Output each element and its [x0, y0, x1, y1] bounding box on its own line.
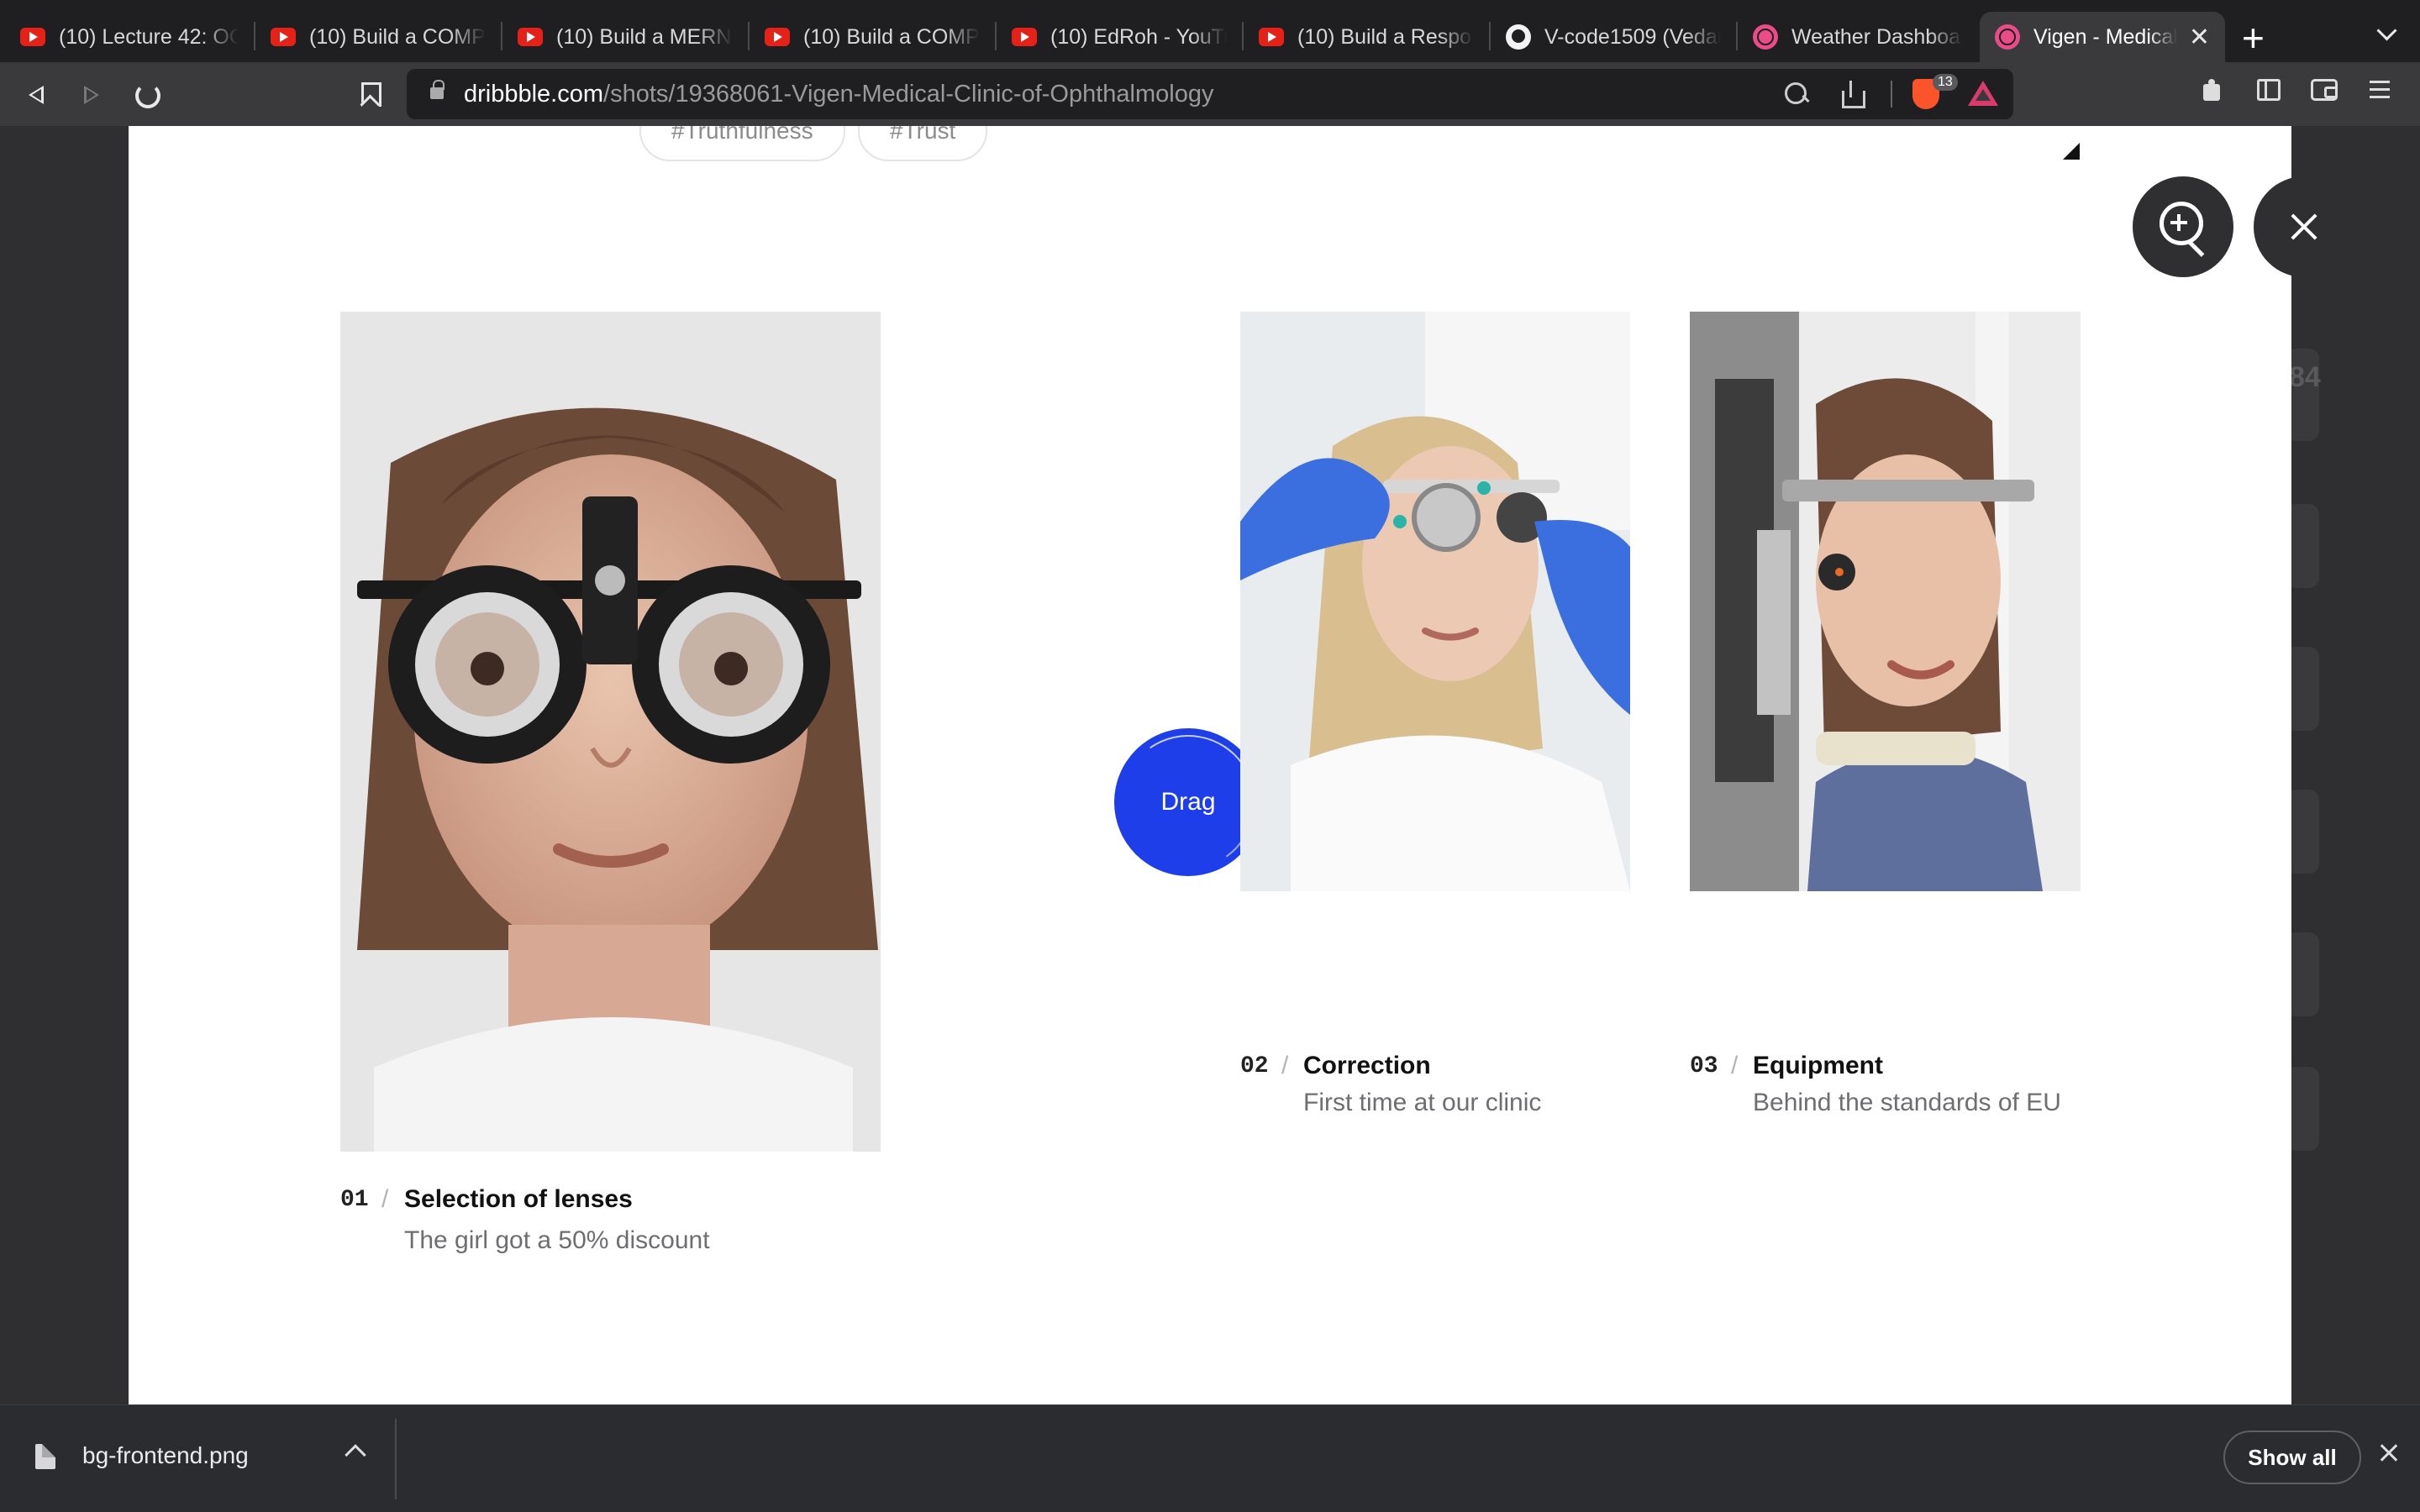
card-number: 01	[340, 1187, 369, 1213]
tab-title: (10) Build a Responsive	[1297, 24, 1474, 49]
dribbble-icon	[1995, 24, 2020, 50]
caption-slash: /	[1731, 1052, 1739, 1079]
tab-build-responsive[interactable]: (10) Build a Responsive	[1244, 12, 1489, 62]
address-bar[interactable]: dribbble.com/shots/19368061-Vigen-Medica…	[407, 69, 2013, 119]
dribbble-icon	[1753, 24, 1778, 50]
tab-title: V-code1509 (Vedant)	[1544, 24, 1721, 49]
share-icon[interactable]	[1839, 81, 1865, 108]
youtube-icon	[271, 28, 296, 46]
download-file-name[interactable]: bg-frontend.png	[82, 1442, 249, 1469]
new-tab-button[interactable]: +	[2242, 15, 2265, 60]
sidebar-toggle-icon[interactable]	[2257, 79, 2281, 101]
close-tab-icon[interactable]: ✕	[2189, 23, 2210, 52]
close-downloads-icon[interactable]	[2378, 1442, 2400, 1464]
photo-illustration	[1690, 312, 2081, 891]
card-subtitle: First time at our clinic	[1303, 1089, 1542, 1116]
youtube-icon	[1259, 28, 1284, 46]
downloads-divider	[395, 1419, 397, 1499]
zoom-plus-icon	[2177, 214, 2181, 231]
tag-trust[interactable]: #Trust	[858, 126, 988, 161]
tab-title: (10) Build a COMPLETE	[309, 24, 486, 49]
zoom-in-button[interactable]	[2133, 176, 2233, 277]
youtube-icon	[518, 28, 543, 46]
extensions-puzzle-icon[interactable]	[2200, 77, 2225, 102]
youtube-icon	[1012, 28, 1037, 46]
tab-weather-dashboard[interactable]: Weather Dashboard	[1738, 12, 1978, 62]
chevron-up-icon[interactable]	[345, 1444, 366, 1466]
card-subtitle: Behind the standards of EU	[1753, 1089, 2061, 1116]
card-title: Equipment	[1753, 1052, 1883, 1079]
background-like-count: 84	[2289, 361, 2321, 393]
bookmark-button[interactable]	[351, 76, 388, 113]
tab-build-complete-2[interactable]: (10) Build a COMPLETE	[750, 12, 995, 62]
girl-trial-frame-photo	[340, 312, 881, 1152]
url-text[interactable]: dribbble.com/shots/19368061-Vigen-Medica…	[464, 81, 1214, 108]
url-path: /shots/19368061-Vigen-Medical-Clinic-of-…	[603, 81, 1214, 108]
forward-button[interactable]	[72, 76, 109, 113]
url-host: dribbble.com	[464, 81, 604, 108]
card-title: Correction	[1303, 1052, 1431, 1079]
tab-vigen-active[interactable]: Vigen - Medical Clinic ✕	[1980, 12, 2225, 62]
tab-build-complete-1[interactable]: (10) Build a COMPLETE	[255, 12, 501, 62]
close-modal-button[interactable]	[2254, 176, 2354, 277]
show-all-button[interactable]: Show all	[2223, 1431, 2361, 1484]
zoom-icon[interactable]	[1783, 81, 1808, 106]
tab-title: (10) Lecture 42: OOPs	[59, 24, 239, 49]
photo-illustration	[1240, 312, 1630, 891]
hamburger-menu-icon[interactable]	[2370, 81, 2390, 99]
downloads-bar: bg-frontend.png Show all	[0, 1404, 2420, 1512]
tab-title: (10) Build a MERN Full	[556, 24, 733, 49]
card-subtitle: The girl got a 50% discount	[404, 1226, 710, 1254]
resize-corner-icon	[2063, 143, 2080, 160]
tab-search-chevron-icon[interactable]	[2371, 17, 2405, 50]
tab-github-vcode[interactable]: V-code1509 (Vedant)	[1491, 12, 1736, 62]
address-bar-divider	[1891, 81, 1892, 108]
optometrist-fitting-photo	[1240, 312, 1630, 891]
shot-modal: #Truthfulness #Trust 01 / Selection of l…	[129, 126, 2291, 1404]
wallet-icon[interactable]	[2311, 79, 2338, 101]
lock-icon	[430, 80, 445, 99]
brave-rewards-icon[interactable]	[1968, 81, 1998, 106]
card-number: 03	[1690, 1053, 1718, 1079]
tab-title: (10) EdRoh - YouTube	[1050, 24, 1227, 49]
slit-lamp-exam-photo	[1690, 312, 2081, 891]
reload-button[interactable]	[128, 76, 165, 113]
tab-title: (10) Build a COMPLETE	[803, 24, 980, 49]
youtube-icon	[765, 28, 790, 46]
caption-slash: /	[381, 1185, 389, 1213]
tag-truthfulness[interactable]: #Truthfulness	[639, 126, 845, 161]
tab-lecture-42[interactable]: (10) Lecture 42: OOPs	[5, 12, 254, 62]
youtube-icon	[20, 28, 45, 46]
photo-illustration	[340, 312, 881, 1152]
tab-strip: (10) Lecture 42: OOPs (10) Build a COMPL…	[0, 0, 2420, 62]
tab-build-mern[interactable]: (10) Build a MERN Full	[502, 12, 748, 62]
back-button[interactable]	[18, 76, 55, 113]
github-icon	[1506, 24, 1531, 50]
tab-edroh[interactable]: (10) EdRoh - YouTube	[997, 12, 1242, 62]
file-icon	[35, 1444, 55, 1469]
browser-toolbar: dribbble.com/shots/19368061-Vigen-Medica…	[0, 62, 2420, 126]
tab-title: Weather Dashboard	[1791, 24, 1963, 49]
card-number: 02	[1240, 1053, 1269, 1079]
caption-slash: /	[1281, 1052, 1289, 1079]
tab-title: Vigen - Medical Clinic	[2033, 24, 2177, 49]
card-title: Selection of lenses	[404, 1185, 633, 1213]
shields-count-badge: 13	[1933, 74, 1958, 91]
